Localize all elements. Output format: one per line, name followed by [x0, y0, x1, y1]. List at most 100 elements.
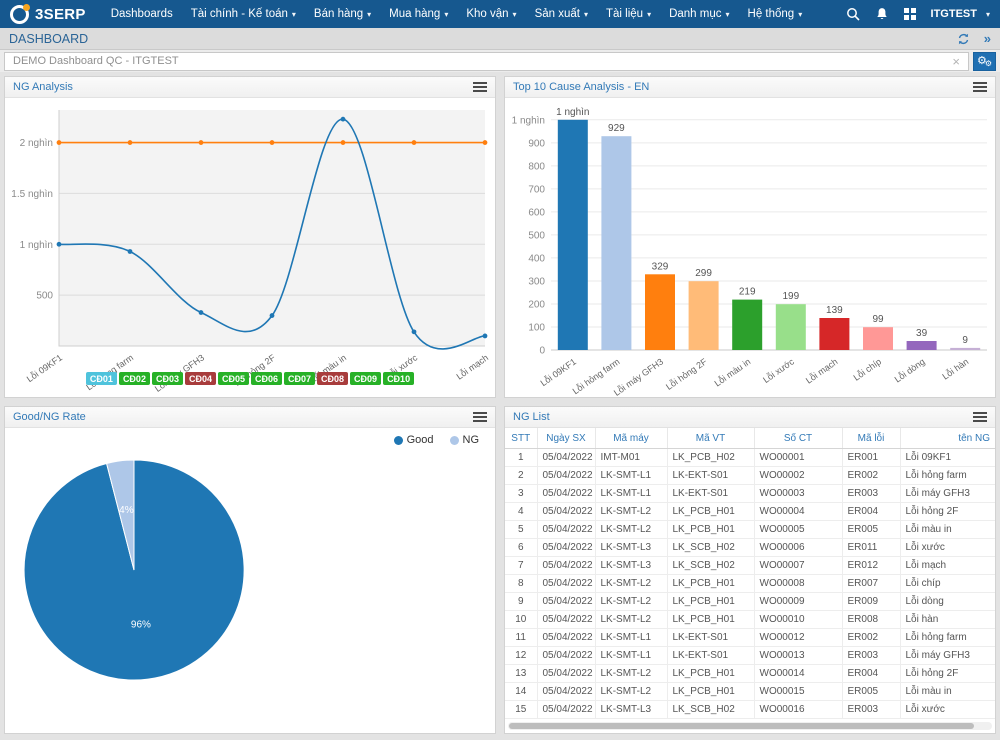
table-cell: ER002: [842, 628, 901, 647]
table-cell: 14: [505, 682, 538, 701]
table-cell: ER004: [842, 664, 901, 683]
table-row[interactable]: 2 05/04/2022 LK-SMT-L1 LK-EKT-S01 WO00002 ER0…: [505, 466, 995, 485]
nav-item-0[interactable]: Dashboards: [102, 0, 182, 28]
process-badge[interactable]: CĐ01: [85, 372, 117, 385]
panel-menu-button[interactable]: [973, 80, 987, 94]
nav-item-6[interactable]: Tài liệu ▾: [597, 0, 660, 28]
clear-icon[interactable]: ×: [952, 55, 960, 68]
table-row[interactable]: 11 05/04/2022 LK-SMT-L1 LK-EKT-S01 WO00012 ER…: [505, 628, 995, 647]
svg-text:900: 900: [528, 138, 545, 149]
svg-text:300: 300: [528, 276, 545, 287]
panel-menu-button[interactable]: [473, 410, 487, 424]
dashboard-select[interactable]: DEMO Dashboard QC - ITGTEST ×: [4, 51, 969, 71]
nav-item-5[interactable]: Sản xuất ▾: [526, 0, 597, 28]
table-cell: Lỗi dòng: [900, 592, 995, 611]
table-row[interactable]: 9 05/04/2022 LK-SMT-L2 LK_PCB_H01 WO00009 ER0…: [505, 592, 995, 611]
panel-body: 5001 nghìn1.5 nghìn2 nghìnLỗi 09KF1Lỗi h…: [5, 98, 495, 397]
user-menu[interactable]: ITGTEST ▾: [931, 8, 990, 20]
process-badge[interactable]: CĐ06: [251, 372, 283, 385]
refresh-button[interactable]: [956, 32, 971, 46]
table-row[interactable]: 10 05/04/2022 LK-SMT-L2 LK_PCB_H01 WO00010 ER…: [505, 610, 995, 629]
svg-text:39: 39: [916, 328, 928, 339]
process-badge[interactable]: CĐ04: [184, 372, 216, 385]
table-cell: LK_PCB_H01: [667, 592, 755, 611]
good-ng-pie-chart: 96% 4%: [23, 459, 245, 681]
panel-header: Good/NG Rate: [5, 407, 495, 428]
nav-item-1[interactable]: Tài chính - Kế toán ▾: [182, 0, 305, 28]
panel-ng-list: NG List STT Ngày SX Mã máy Mã VT Số CT Mã lỗi…: [504, 406, 996, 734]
table-row[interactable]: 15 05/04/2022 LK-SMT-L3 LK_SCB_H02 WO00016 ER…: [505, 700, 995, 719]
legend-item[interactable]: Good: [393, 434, 434, 446]
legend-item[interactable]: NG: [449, 434, 479, 446]
table-cell: LK-SMT-L2: [595, 592, 668, 611]
svg-text:299: 299: [695, 268, 712, 279]
table-row[interactable]: 3 05/04/2022 LK-SMT-L1 LK-EKT-S01 WO00003 ER0…: [505, 484, 995, 503]
column-header[interactable]: tên NG: [900, 428, 995, 449]
process-badge[interactable]: CĐ08: [317, 372, 349, 385]
column-header[interactable]: Ngày SX: [537, 428, 596, 449]
svg-text:1 nghìn: 1 nghìn: [20, 240, 53, 251]
legend-label: Good: [406, 434, 434, 446]
chevron-down-icon: ▾: [512, 9, 517, 19]
column-header[interactable]: STT: [505, 428, 538, 449]
brand-logo[interactable]: 3SERP: [10, 3, 86, 24]
nav-item-label: Tài liệu: [605, 8, 644, 20]
table-row[interactable]: 12 05/04/2022 LK-SMT-L1 LK-EKT-S01 WO00013 ER…: [505, 646, 995, 665]
legend-dot: [449, 435, 459, 445]
table-row[interactable]: 6 05/04/2022 LK-SMT-L3 LK_SCB_H02 WO00006 ER0…: [505, 538, 995, 557]
table-row[interactable]: 5 05/04/2022 LK-SMT-L2 LK_PCB_H01 WO00005 ER0…: [505, 520, 995, 539]
column-header[interactable]: Số CT: [754, 428, 843, 449]
nav-item-8[interactable]: Hệ thống ▾: [739, 0, 812, 28]
process-badge[interactable]: CĐ03: [151, 372, 183, 385]
table-row[interactable]: 1 05/04/2022 IMT-M01 LK_PCB_H02 WO00001 ER001…: [505, 448, 995, 467]
nav-item-7[interactable]: Danh mục ▾: [660, 0, 738, 28]
process-badge[interactable]: CĐ05: [217, 372, 249, 385]
svg-text:4%: 4%: [119, 505, 134, 516]
table-row[interactable]: 4 05/04/2022 LK-SMT-L2 LK_PCB_H01 WO00004 ER0…: [505, 502, 995, 521]
table-cell: LK_SCB_H02: [667, 556, 755, 575]
dashboard-grid: NG Analysis 500 1 nghìn 1.5 nghìn 2 nghìn Lỗ…: [4, 76, 996, 734]
collapse-button[interactable]: »: [984, 32, 991, 45]
table-cell: WO00010: [754, 610, 843, 629]
table-cell: ER008: [842, 610, 901, 629]
nav-item-3[interactable]: Mua hàng ▾: [380, 0, 457, 28]
process-badge[interactable]: CĐ02: [118, 372, 150, 385]
table-row[interactable]: 14 05/04/2022 LK-SMT-L2 LK_PCB_H01 WO00015 ER…: [505, 682, 995, 701]
column-header[interactable]: Mã máy: [595, 428, 668, 449]
process-badge[interactable]: CĐ07: [284, 372, 316, 385]
horizontal-scrollbar[interactable]: [508, 722, 992, 730]
svg-text:219: 219: [739, 287, 756, 298]
nav-item-4[interactable]: Kho vận ▾: [457, 0, 525, 28]
table-cell: 05/04/2022: [537, 682, 596, 701]
process-badge[interactable]: CĐ10: [383, 372, 415, 385]
table-cell: LK_PCB_H01: [667, 574, 755, 593]
table-cell: 05/04/2022: [537, 502, 596, 521]
svg-text:100: 100: [528, 322, 545, 333]
table-cell: 05/04/2022: [537, 592, 596, 611]
table-row[interactable]: 8 05/04/2022 LK-SMT-L2 LK_PCB_H01 WO00008 ER0…: [505, 574, 995, 593]
scrollbar-thumb[interactable]: [509, 723, 974, 729]
table-cell: LK-SMT-L2: [595, 502, 668, 521]
panel-menu-button[interactable]: [973, 410, 987, 424]
table-cell: 05/04/2022: [537, 628, 596, 647]
table-cell: 12: [505, 646, 538, 665]
apps-grid-button[interactable]: [904, 8, 916, 20]
table-cell: ER012: [842, 556, 901, 575]
table-cell: WO00002: [754, 466, 843, 485]
table-cell: LK-EKT-S01: [667, 646, 755, 665]
table-row[interactable]: 7 05/04/2022 LK-SMT-L3 LK_SCB_H02 WO00007 ER0…: [505, 556, 995, 575]
chevron-down-icon: ▾: [798, 9, 803, 19]
column-header[interactable]: Mã lỗi: [842, 428, 901, 449]
search-button[interactable]: [846, 7, 860, 21]
process-badge[interactable]: CĐ09: [350, 372, 382, 385]
table-row[interactable]: 13 05/04/2022 LK-SMT-L2 LK_PCB_H01 WO00014 ER…: [505, 664, 995, 683]
apps-grid-icon: [904, 8, 916, 20]
notifications-button[interactable]: [875, 7, 889, 21]
dashboard-settings-button[interactable]: ⚙ ⚙: [973, 51, 996, 71]
chevron-down-icon: ▾: [647, 9, 652, 19]
nav-item-label: Bán hàng: [313, 8, 364, 20]
panel-body: Good NG 96% 4%: [5, 428, 495, 733]
nav-item-2[interactable]: Bán hàng ▾: [305, 0, 380, 28]
panel-menu-button[interactable]: [473, 80, 487, 94]
column-header[interactable]: Mã VT: [667, 428, 755, 449]
